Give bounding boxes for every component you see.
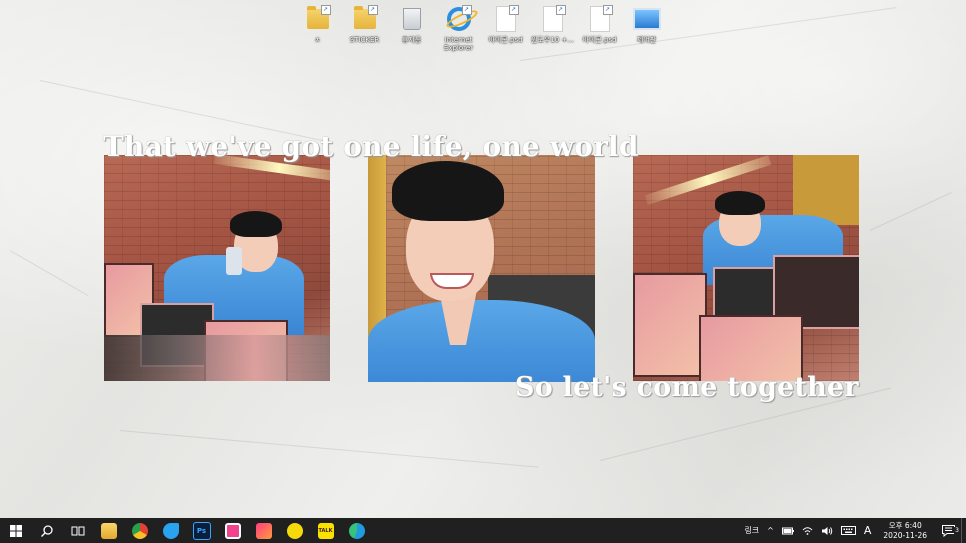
shortcut-arrow-icon: ↗ — [508, 5, 519, 15]
desktop-icon-label: 아이콘.psd — [582, 36, 617, 44]
show-desktop-button[interactable] — [961, 518, 966, 543]
wifi-icon[interactable] — [798, 526, 817, 535]
desktop-icons: ↗ ㅊ ↗ STICKER 휴지통 ↗ Internet Explorer ↗ … — [294, 4, 670, 52]
edge-icon — [348, 522, 365, 539]
desktop-icon-label: 윈도우10 +... — [531, 36, 574, 44]
app-gradient-icon — [255, 522, 272, 539]
clock-date: 2020-11-26 — [883, 530, 927, 540]
clock-time: 오후 6:40 — [888, 520, 922, 530]
kakaotalk-icon: TALK — [317, 522, 334, 539]
taskbar-app-twitter[interactable] — [155, 518, 186, 543]
desktop-icon-label: STICKER — [349, 36, 380, 44]
desktop-icon-psd-2[interactable]: ↗ 아이콘.psd — [576, 4, 623, 52]
keyboard-icon[interactable] — [837, 526, 860, 535]
taskbar-app-edge[interactable] — [341, 518, 372, 543]
system-tray: 링크 ^ A 오후 6:40 2020-11-26 3 — [740, 518, 966, 543]
shortcut-arrow-icon: ↗ — [602, 5, 613, 15]
windows-logo-icon — [9, 524, 22, 537]
photoshop-icon: Ps — [192, 521, 211, 540]
file-explorer-icon — [100, 522, 117, 539]
notification-center-button[interactable]: 3 — [935, 524, 961, 537]
taskbar-clock[interactable]: 오후 6:40 2020-11-26 — [875, 521, 935, 541]
notification-icon — [941, 524, 955, 537]
taskbar-app-kakaotalk[interactable]: TALK — [310, 518, 341, 543]
desktop-icon-label: 휴지통 — [401, 36, 422, 44]
bird-icon — [162, 522, 179, 539]
taskbar-app-pink[interactable] — [217, 518, 248, 543]
desktop-icon-label: Internet Explorer — [443, 36, 474, 52]
desktop-icon-label: 제어판 — [636, 36, 657, 44]
taskbar-app-photoshop[interactable]: Ps — [186, 518, 217, 543]
wallpaper-photo-left — [104, 155, 330, 381]
desktop-icon-label: 아이콘.psd — [488, 36, 523, 44]
taskbar: Ps TALK 링크 ^ A 오후 6:40 2020-11-26 3 — [0, 518, 966, 543]
wallpaper-quote-bottom: So let's come together — [515, 372, 859, 403]
taskbar-app-file-explorer[interactable] — [93, 518, 124, 543]
shortcut-arrow-icon: ↗ — [461, 5, 472, 15]
desktop-icon-folder[interactable]: ↗ ㅊ — [294, 4, 341, 52]
volume-icon[interactable] — [817, 526, 837, 536]
shortcut-arrow-icon: ↗ — [320, 5, 331, 15]
desktop-icon-label: ㅊ — [314, 36, 321, 44]
wallpaper-photo-right — [633, 155, 859, 381]
search-icon — [40, 524, 53, 537]
wallpaper-quote-top: That we've got one life, one world — [103, 130, 639, 163]
recycle-bin-icon — [402, 8, 421, 30]
play-circle-icon — [286, 522, 303, 539]
battery-icon[interactable] — [778, 527, 798, 535]
task-view-icon — [71, 526, 84, 535]
desktop-icon-sticker[interactable]: ↗ STICKER — [341, 4, 388, 52]
tray-link-toolbar[interactable]: 링크 — [740, 525, 763, 536]
desktop-icon-control-panel[interactable]: 제어판 — [623, 4, 670, 52]
desktop-icon-windows10[interactable]: ↗ 윈도우10 +... — [529, 4, 576, 52]
chrome-icon — [131, 522, 148, 539]
chevron-up-icon[interactable]: ^ — [763, 526, 778, 535]
taskbar-app-kakao[interactable] — [279, 518, 310, 543]
start-button[interactable] — [0, 518, 31, 543]
shortcut-arrow-icon: ↗ — [367, 5, 378, 15]
control-panel-icon — [632, 8, 661, 30]
desktop-icon-internet-explorer[interactable]: ↗ Internet Explorer — [435, 4, 482, 52]
task-view-button[interactable] — [62, 518, 93, 543]
desktop-icon-psd-1[interactable]: ↗ 아이콘.psd — [482, 4, 529, 52]
shortcut-arrow-icon: ↗ — [555, 5, 566, 15]
taskbar-app-chrome[interactable] — [124, 518, 155, 543]
search-button[interactable] — [31, 518, 62, 543]
taskbar-app-gradient[interactable] — [248, 518, 279, 543]
desktop-icon-recycle-bin[interactable]: 휴지통 — [388, 4, 435, 52]
app-pink-icon — [224, 522, 241, 539]
wallpaper-photo-center — [368, 155, 595, 382]
notification-count-badge: 3 — [954, 526, 960, 534]
input-language-indicator[interactable]: A — [860, 524, 876, 537]
